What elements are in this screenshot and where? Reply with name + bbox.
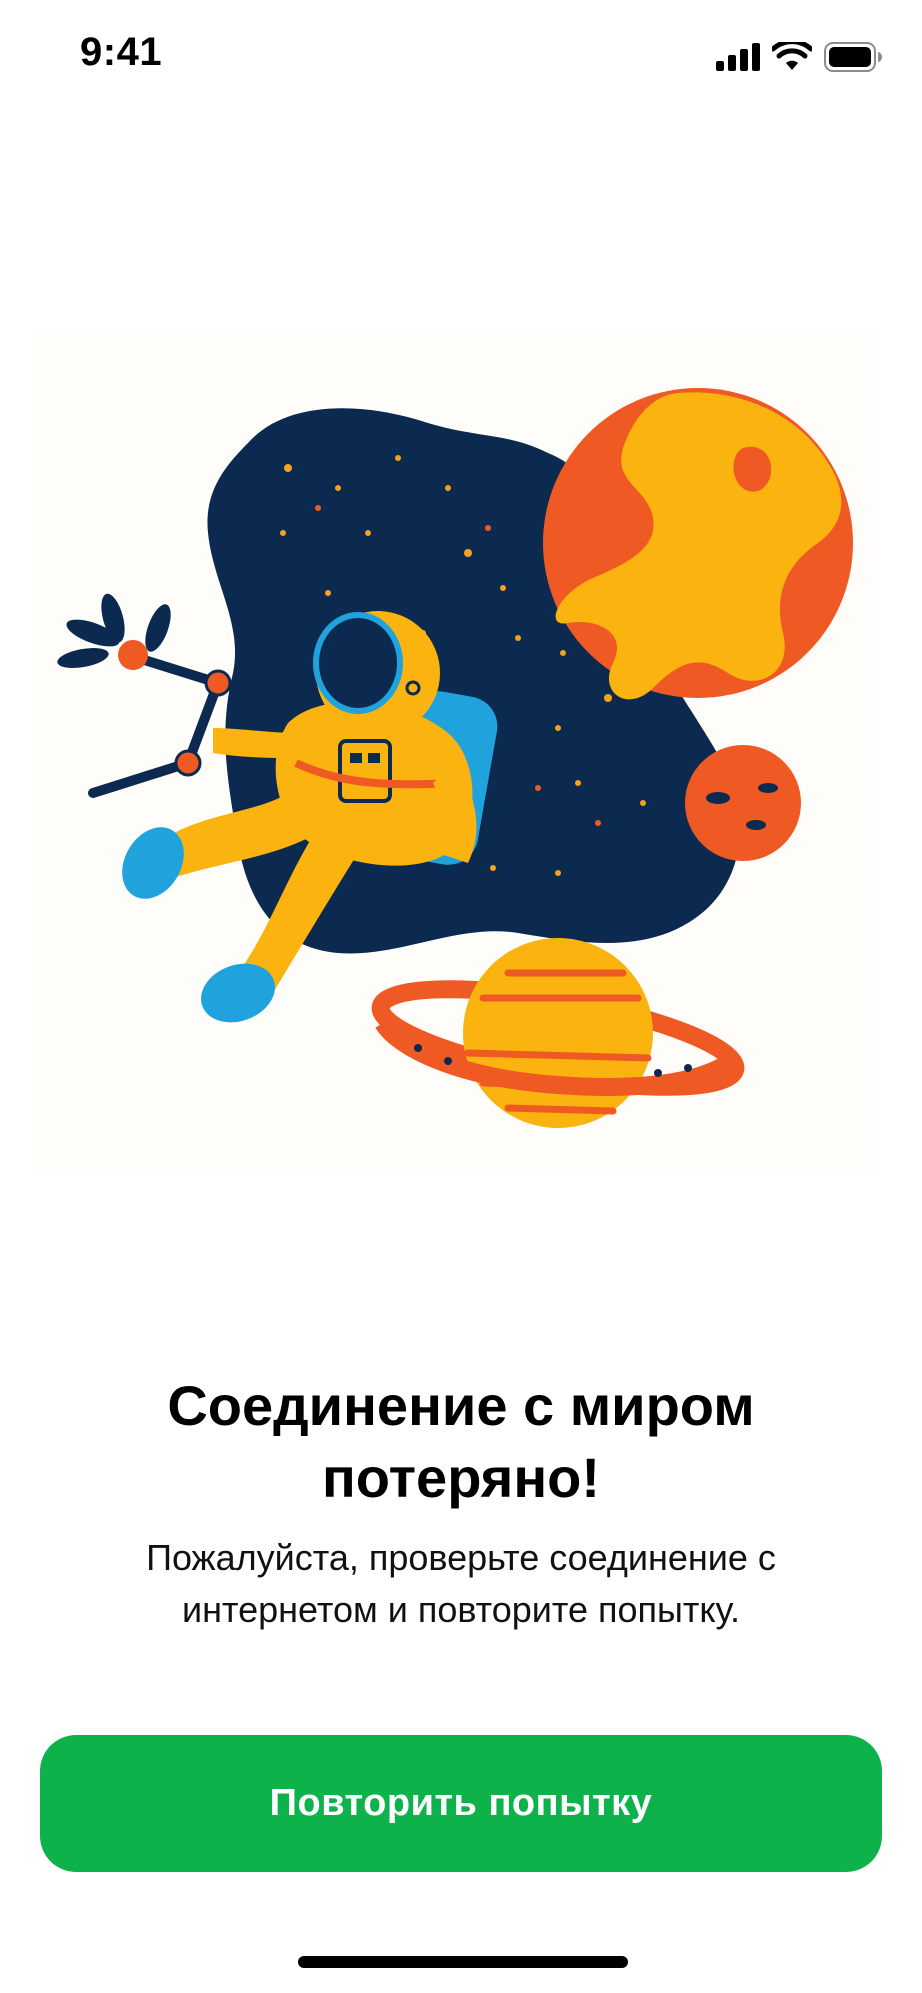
home-indicator[interactable] bbox=[298, 1956, 628, 1968]
retry-button[interactable]: Повторить попытку bbox=[40, 1735, 882, 1872]
error-message: Пожалуйста, проверьте соединение с интер… bbox=[146, 1537, 776, 1630]
status-bar: 9:41 bbox=[0, 0, 922, 110]
status-icons bbox=[716, 40, 882, 74]
small-planet bbox=[685, 745, 801, 861]
status-time: 9:41 bbox=[80, 30, 163, 74]
big-planet bbox=[543, 388, 853, 700]
battery-icon bbox=[824, 42, 882, 72]
astronaut-illustration bbox=[38, 333, 878, 1173]
cellular-signal-icon bbox=[716, 43, 760, 71]
ringed-planet bbox=[371, 938, 745, 1128]
wifi-icon bbox=[772, 42, 812, 70]
error-title: Соединение с миром потеряно! bbox=[167, 1374, 755, 1509]
